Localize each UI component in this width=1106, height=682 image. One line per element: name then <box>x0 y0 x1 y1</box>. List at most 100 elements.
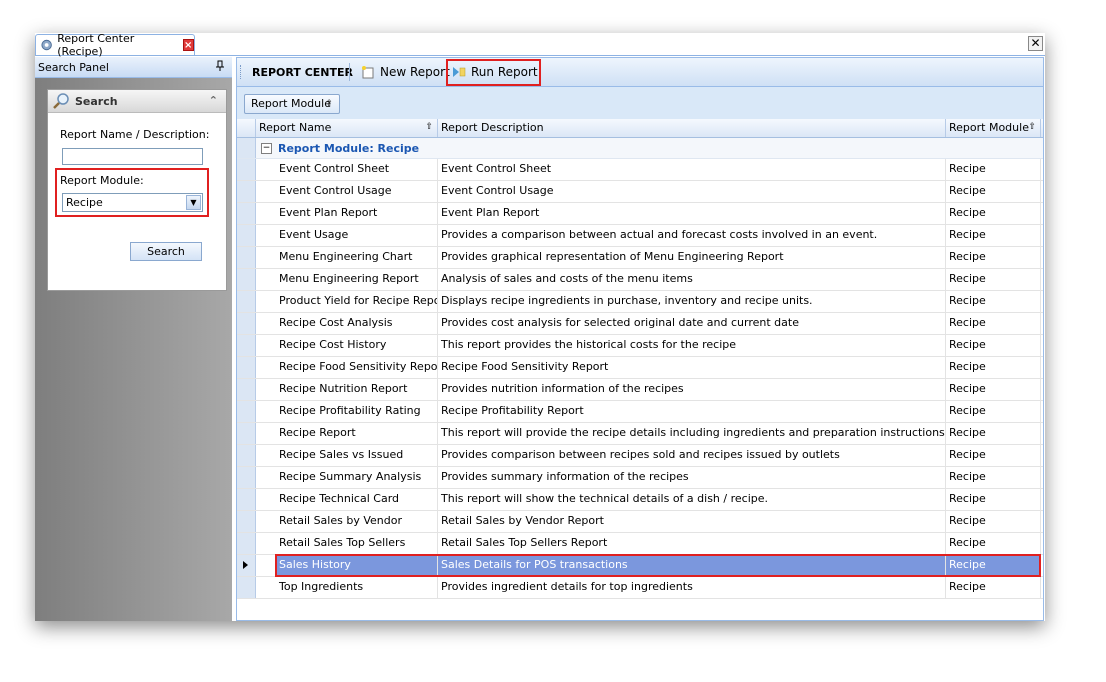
cell-report-description: Recipe Food Sensitivity Report <box>438 357 946 378</box>
header-indicator <box>237 119 256 137</box>
cell-report-description: Provides cost analysis for selected orig… <box>438 313 946 334</box>
table-row[interactable]: Recipe Profitability Rating Recipe Profit… <box>237 401 1043 423</box>
report-module-select[interactable]: Recipe ▼ <box>62 193 203 212</box>
row-indicator <box>237 357 256 378</box>
cell-report-description: This report will show the technical deta… <box>438 489 946 510</box>
tab-report-center[interactable]: Report Center (Recipe) × <box>35 32 195 58</box>
table-row[interactable]: Recipe Technical Card This report will sh… <box>237 489 1043 511</box>
cell-report-description: Provides nutrition information of the re… <box>438 379 946 400</box>
table-row[interactable]: Retail Sales by Vendor Retail Sales by Ve… <box>237 511 1043 533</box>
document-tab-strip: Report Center (Recipe) × ✕ <box>35 32 1045 58</box>
group-row-content: − Report Module: Recipe <box>256 138 419 158</box>
collapse-group-icon[interactable]: − <box>261 142 272 154</box>
table-row[interactable]: Top Ingredients Provides ingredient detai… <box>237 577 1043 599</box>
run-report-label: Run Report <box>471 65 538 79</box>
sort-asc-icon: ⇧ <box>325 99 333 109</box>
group-chip-report-module[interactable]: Report Module ⇧ <box>244 94 340 114</box>
sort-asc-icon: ⇧ <box>425 122 433 132</box>
table-row[interactable]: Recipe Summary Analysis Provides summary … <box>237 467 1043 489</box>
row-indicator <box>237 401 256 422</box>
cell-report-name: Menu Engineering Report <box>276 269 438 290</box>
new-report-icon <box>362 66 374 79</box>
toolbar-title: REPORT CENTER <box>252 66 353 79</box>
cell-report-module: Recipe <box>946 445 1041 466</box>
cell-report-name: Event Control Sheet <box>276 159 438 180</box>
table-row[interactable]: Event Control Sheet Event Control Sheet Re… <box>237 159 1043 181</box>
row-indicator <box>237 291 256 312</box>
cell-report-module: Recipe <box>946 335 1041 356</box>
toolbar-grip <box>240 65 244 79</box>
table-row[interactable]: Recipe Sales vs Issued Provides compariso… <box>237 445 1043 467</box>
table-row-selected[interactable]: Sales History Sales Details for POS trans… <box>237 554 1043 577</box>
cell-report-description: Analysis of sales and costs of the menu … <box>438 269 946 290</box>
tab-close-icon[interactable]: × <box>182 39 194 51</box>
row-indicator <box>237 181 256 202</box>
row-indicator <box>237 313 256 334</box>
new-report-button[interactable]: New Report <box>361 65 450 79</box>
group-row-label: Report Module: Recipe <box>278 141 420 155</box>
new-report-label: New Report <box>380 65 450 79</box>
column-header-name[interactable]: Report Name ⇧ <box>256 119 438 137</box>
cell-report-module: Recipe <box>946 379 1041 400</box>
row-indicator <box>237 533 256 554</box>
cell-report-module: Recipe <box>946 203 1041 224</box>
chevron-down-icon[interactable]: ▼ <box>186 195 201 210</box>
table-row[interactable]: Event Control Usage Event Control Usage Re… <box>237 181 1043 203</box>
report-grid: Report Name ⇧ Report Description Report … <box>237 119 1043 599</box>
row-indicator <box>237 445 256 466</box>
table-row[interactable]: Recipe Nutrition Report Provides nutritio… <box>237 379 1043 401</box>
cell-report-description: Retail Sales Top Sellers Report <box>438 533 946 554</box>
cell-report-module: Recipe <box>946 577 1041 598</box>
grid-rows: Event Control Sheet Event Control Sheet Re… <box>237 159 1043 599</box>
cell-report-module: Recipe <box>946 401 1041 422</box>
row-indicator <box>237 423 256 444</box>
table-row[interactable]: Recipe Cost History This report provides … <box>237 335 1043 357</box>
cell-report-name: Recipe Nutrition Report <box>276 379 438 400</box>
column-header-name-label: Report Name <box>259 121 332 134</box>
table-row[interactable]: Recipe Food Sensitivity Report Recipe Foo… <box>237 357 1043 379</box>
cell-report-description: Event Control Usage <box>438 181 946 202</box>
cell-report-name: Event Usage <box>276 225 438 246</box>
table-row[interactable]: Event Usage Provides a comparison between… <box>237 225 1043 247</box>
cell-report-module: Recipe <box>946 291 1041 312</box>
table-row[interactable]: Event Plan Report Event Plan Report Recipe <box>237 203 1043 225</box>
cell-report-name: Top Ingredients <box>276 577 438 598</box>
cell-report-description: This report will provide the recipe deta… <box>438 423 946 444</box>
row-indicator <box>237 511 256 532</box>
cell-report-description: Provides ingredient details for top ingr… <box>438 577 946 598</box>
window-close-icon[interactable]: ✕ <box>1028 36 1043 51</box>
cell-report-module: Recipe <box>946 181 1041 202</box>
cell-report-module: Recipe <box>946 313 1041 334</box>
cell-report-name: Recipe Technical Card <box>276 489 438 510</box>
table-row[interactable]: Recipe Report This report will provide th… <box>237 423 1043 445</box>
table-row[interactable]: Menu Engineering Report Analysis of sales… <box>237 269 1043 291</box>
group-chip-label: Report Module <box>251 97 331 110</box>
cell-report-module: Recipe <box>946 533 1041 554</box>
run-report-button[interactable]: Run Report <box>452 65 538 79</box>
row-indicator <box>237 269 256 290</box>
column-header-module[interactable]: Report Module ⇧ <box>946 119 1041 137</box>
toolbar-separator <box>349 63 350 81</box>
cell-report-description: Provides comparison between recipes sold… <box>438 445 946 466</box>
collapse-icon[interactable]: ⌃ <box>209 94 218 107</box>
row-indicator <box>237 138 256 158</box>
cell-report-name: Retail Sales by Vendor <box>276 511 438 532</box>
cell-report-description: Provides summary information of the reci… <box>438 467 946 488</box>
pin-icon[interactable] <box>214 60 226 73</box>
row-indicator <box>237 225 256 246</box>
table-row[interactable]: Menu Engineering Chart Provides graphical… <box>237 247 1043 269</box>
tab-label: Report Center (Recipe) <box>57 32 135 58</box>
cell-report-description: Recipe Profitability Report <box>438 401 946 422</box>
cell-report-module: Recipe <box>946 511 1041 532</box>
table-row[interactable]: Retail Sales Top Sellers Retail Sales Top… <box>237 533 1043 555</box>
table-row[interactable]: Recipe Cost Analysis Provides cost analys… <box>237 313 1043 335</box>
row-indicator <box>237 489 256 510</box>
search-button[interactable]: Search <box>130 242 202 261</box>
report-name-input[interactable] <box>62 148 203 165</box>
group-row[interactable]: − Report Module: Recipe <box>237 138 1043 159</box>
row-indicator <box>237 335 256 356</box>
table-row[interactable]: Product Yield for Recipe Report Displays … <box>237 291 1043 313</box>
cell-report-module: Recipe <box>946 357 1041 378</box>
run-report-icon <box>453 67 466 77</box>
column-header-description[interactable]: Report Description <box>438 119 946 137</box>
